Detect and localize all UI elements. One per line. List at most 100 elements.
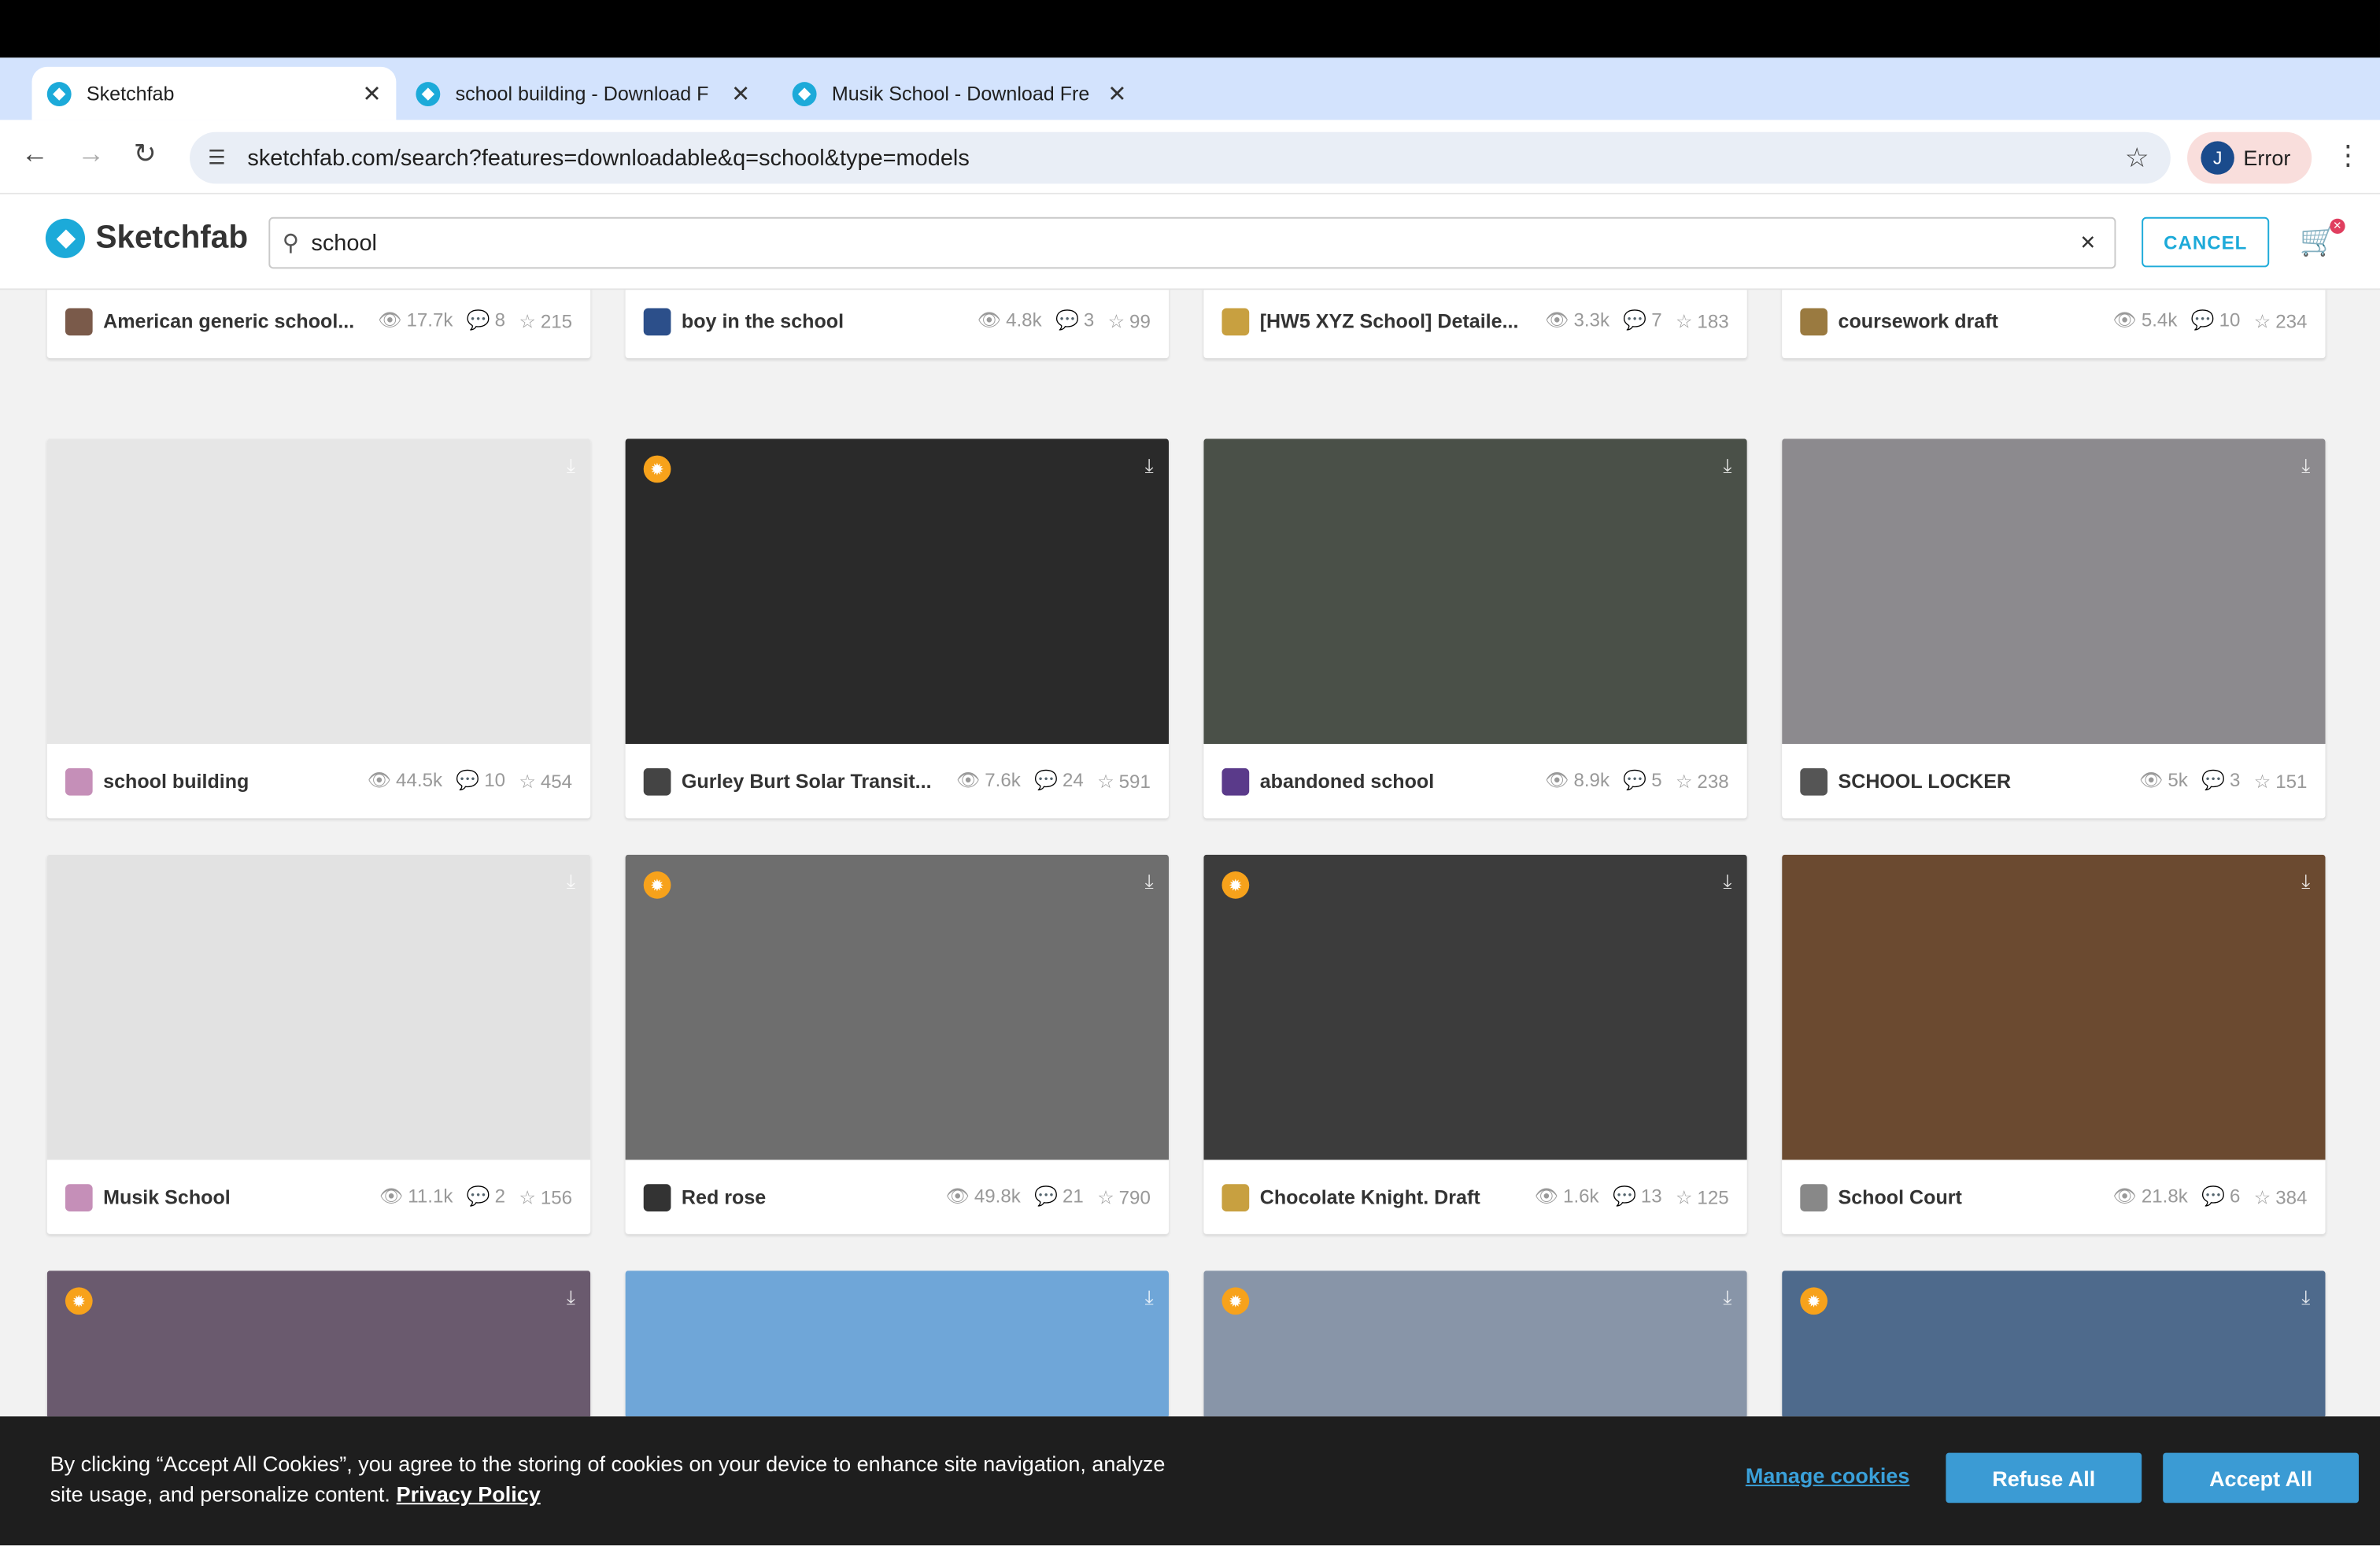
- model-thumbnail[interactable]: [625, 1270, 1169, 1417]
- cart-icon[interactable]: 🛒 ✕: [2300, 218, 2345, 260]
- model-card[interactable]: ⤓ abandoned school 👁 8.9k 💬 5 ☆ 238: [1203, 438, 1747, 819]
- author-avatar[interactable]: [1221, 1183, 1250, 1211]
- download-icon[interactable]: ⤓: [1723, 870, 1731, 894]
- model-thumbnail[interactable]: [1782, 854, 2326, 1160]
- model-name[interactable]: [HW5 XYZ School] Detaile...: [1260, 309, 1533, 332]
- close-tab-icon[interactable]: ✕: [357, 80, 387, 107]
- model-card[interactable]: ⤓ SCHOOL LOCKER 👁 5k 💬 3 ☆ 151: [1782, 438, 2326, 819]
- model-thumbnail[interactable]: [1782, 438, 2326, 744]
- model-name[interactable]: SCHOOL LOCKER: [1838, 770, 2127, 793]
- browser-menu-icon[interactable]: ⋮: [2334, 139, 2362, 171]
- model-name[interactable]: school building: [103, 770, 355, 793]
- model-thumbnail[interactable]: [46, 438, 591, 744]
- download-icon[interactable]: ⤓: [567, 1285, 575, 1310]
- model-card[interactable]: coursework draft 👁 5.4k 💬 10 ☆ 234: [1782, 290, 2326, 359]
- likes-count: ☆ 151: [2253, 771, 2308, 793]
- cancel-button[interactable]: CANCEL: [2142, 216, 2270, 268]
- model-card[interactable]: ⤓ School Court 👁 21.8k 💬 6 ☆ 384: [1782, 854, 2326, 1234]
- author-avatar[interactable]: [65, 307, 93, 335]
- download-icon[interactable]: ⤓: [567, 870, 575, 894]
- close-tab-icon[interactable]: ✕: [1102, 80, 1133, 107]
- comments-count: 💬 10: [2190, 309, 2241, 331]
- model-card[interactable]: ✹ ⤓ Red rose 👁 49.8k 💬 21 ☆ 790: [625, 854, 1169, 1234]
- sketchfab-logo[interactable]: Sketchfab: [45, 218, 248, 258]
- author-avatar[interactable]: [1221, 767, 1250, 795]
- model-card[interactable]: ⤓: [625, 1270, 1169, 1417]
- address-bar[interactable]: ☰ sketchfab.com/search?features=download…: [190, 131, 2171, 184]
- close-tab-icon[interactable]: ✕: [726, 80, 756, 107]
- download-icon[interactable]: ⤓: [2301, 454, 2310, 479]
- search-value[interactable]: school: [311, 230, 2079, 256]
- model-thumbnail[interactable]: [1203, 438, 1747, 744]
- download-icon[interactable]: ⤓: [1145, 870, 1154, 894]
- sketchfab-favicon-icon: [416, 81, 441, 106]
- model-name[interactable]: coursework draft: [1838, 309, 2100, 332]
- tab-school-building[interactable]: school building - Download F ✕: [401, 67, 765, 120]
- manage-cookies-link[interactable]: Manage cookies: [1746, 1463, 1910, 1488]
- model-card[interactable]: ⤓ school building 👁 44.5k 💬 10 ☆ 454: [46, 438, 591, 819]
- views-count: 👁 3.3k: [1545, 309, 1610, 331]
- download-icon[interactable]: ⤓: [2301, 870, 2310, 894]
- author-avatar[interactable]: [643, 767, 671, 795]
- bookmark-star-icon[interactable]: ☆: [2125, 142, 2149, 173]
- model-name[interactable]: boy in the school: [682, 309, 965, 332]
- model-name[interactable]: Red rose: [682, 1185, 933, 1208]
- model-thumbnail[interactable]: [1203, 1270, 1747, 1417]
- model-card[interactable]: ✹ ⤓ Chocolate Knight. Draft 👁 1.6k 💬 13 ☆ 125: [1203, 854, 1747, 1234]
- privacy-policy-link[interactable]: Privacy Policy: [397, 1481, 541, 1506]
- author-avatar[interactable]: [643, 307, 671, 335]
- profile-button[interactable]: J Error: [2187, 131, 2312, 184]
- model-card[interactable]: ✹ ⤓: [1203, 1270, 1747, 1417]
- download-icon[interactable]: ⤓: [567, 454, 575, 479]
- accept-all-button[interactable]: Accept All: [2163, 1452, 2359, 1503]
- author-avatar[interactable]: [65, 767, 93, 795]
- author-avatar[interactable]: [1800, 767, 1828, 795]
- model-stats: 👁 1.6k 💬 13 ☆ 125: [1535, 1185, 1729, 1208]
- back-arrow-icon[interactable]: ←: [21, 138, 49, 169]
- model-card[interactable]: ⤓ Musik School 👁 11.1k 💬 2 ☆ 156: [46, 854, 591, 1234]
- model-name[interactable]: Chocolate Knight. Draft: [1260, 1185, 1522, 1208]
- tab-sketchfab[interactable]: Sketchfab ✕: [31, 66, 397, 120]
- model-thumbnail[interactable]: [46, 1270, 591, 1417]
- author-avatar[interactable]: [65, 1183, 93, 1211]
- search-input[interactable]: ⚲ school ✕: [268, 216, 2116, 269]
- model-card[interactable]: [HW5 XYZ School] Detaile... 👁 3.3k 💬 7 ☆ 183: [1203, 290, 1747, 359]
- forward-arrow-icon[interactable]: →: [77, 138, 105, 169]
- model-card[interactable]: ✹ ⤓ Gurley Burt Solar Transit... 👁 7.6k 💬 24 ☆ 5…: [625, 438, 1169, 819]
- download-icon[interactable]: ⤓: [2301, 1285, 2310, 1310]
- eye-icon: 👁: [955, 769, 981, 791]
- refuse-all-button[interactable]: Refuse All: [1946, 1452, 2142, 1503]
- star-icon: ☆: [1097, 1187, 1114, 1209]
- model-thumbnail[interactable]: [46, 854, 591, 1160]
- model-card[interactable]: boy in the school 👁 4.8k 💬 3 ☆ 99: [625, 290, 1169, 359]
- model-thumbnail[interactable]: [625, 854, 1169, 1160]
- site-info-icon[interactable]: ☰: [208, 146, 232, 170]
- author-avatar[interactable]: [1221, 307, 1250, 335]
- url-text[interactable]: sketchfab.com/search?features=downloadab…: [247, 145, 2124, 171]
- model-card[interactable]: ✹ ⤓: [46, 1270, 591, 1417]
- model-name[interactable]: Musik School: [103, 1185, 367, 1208]
- model-card[interactable]: ✹ ⤓: [1782, 1270, 2326, 1417]
- download-icon[interactable]: ⤓: [1723, 1285, 1731, 1310]
- model-name[interactable]: Gurley Burt Solar Transit...: [682, 770, 944, 793]
- likes-count: ☆ 215: [519, 311, 573, 333]
- sketchfab-favicon-icon: [792, 81, 817, 106]
- clear-search-icon[interactable]: ✕: [2079, 231, 2096, 255]
- download-icon[interactable]: ⤓: [1723, 454, 1731, 479]
- eye-icon: 👁: [367, 769, 392, 791]
- model-name[interactable]: American generic school...: [103, 309, 365, 332]
- model-name[interactable]: School Court: [1838, 1185, 2100, 1208]
- model-stats: 👁 21.8k 💬 6 ☆ 384: [2112, 1185, 2307, 1208]
- model-thumbnail[interactable]: [625, 438, 1169, 744]
- author-avatar[interactable]: [1800, 1183, 1828, 1211]
- author-avatar[interactable]: [1800, 307, 1828, 335]
- tab-musik-school[interactable]: Musik School - Download Fre ✕: [777, 67, 1141, 120]
- reload-icon[interactable]: ↻: [134, 138, 157, 169]
- download-icon[interactable]: ⤓: [1145, 1285, 1154, 1310]
- model-card[interactable]: American generic school... 👁 17.7k 💬 8 ☆ 215: [46, 290, 591, 359]
- model-thumbnail[interactable]: [1782, 1270, 2326, 1417]
- author-avatar[interactable]: [643, 1183, 671, 1211]
- download-icon[interactable]: ⤓: [1145, 454, 1154, 479]
- model-thumbnail[interactable]: [1203, 854, 1747, 1160]
- model-name[interactable]: abandoned school: [1260, 770, 1533, 793]
